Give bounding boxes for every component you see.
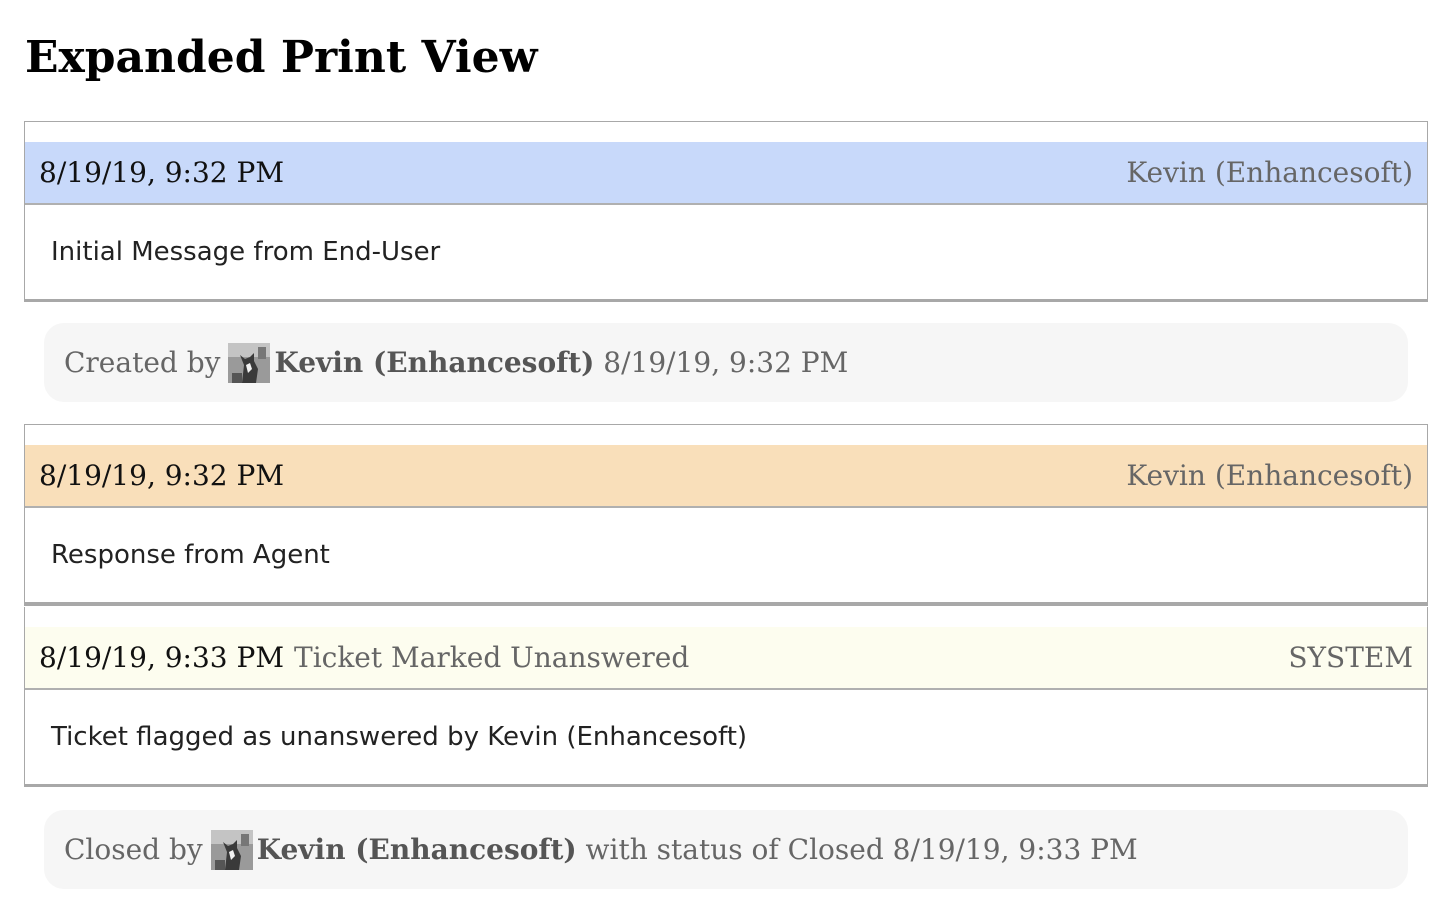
thread-entry-divider xyxy=(25,602,1427,606)
thread-entry-header: 8/19/19, 9:33 PM Ticket Marked Unanswere… xyxy=(25,627,1427,690)
thread-entry-spacer xyxy=(25,607,1427,627)
page-title: Expanded Print View xyxy=(25,32,538,83)
event-user: Kevin (Enhancesoft) xyxy=(274,346,595,379)
thread-entry-date: 8/19/19, 9:32 PM xyxy=(39,156,285,189)
thread-entry-author: Kevin (Enhancesoft) xyxy=(1126,459,1413,492)
event-user: Kevin (Enhancesoft) xyxy=(256,833,577,866)
event-suffix: with status of Closed 8/19/19, 9:33 PM xyxy=(585,833,1138,866)
thread-entry-header: 8/19/19, 9:32 PM Kevin (Enhancesoft) xyxy=(25,142,1427,205)
thread-entry-spacer xyxy=(25,122,1427,142)
thread-entry-response: 8/19/19, 9:32 PM Kevin (Enhancesoft) Res… xyxy=(24,424,1428,606)
thread-entry-body: Initial Message from End-User xyxy=(51,237,441,267)
thread-entry-message: 8/19/19, 9:32 PM Kevin (Enhancesoft) Ini… xyxy=(24,121,1428,302)
event-suffix: 8/19/19, 9:32 PM xyxy=(603,346,849,379)
thread-entry-note: 8/19/19, 9:33 PM Ticket Marked Unanswere… xyxy=(24,607,1428,787)
thread-entry-author: SYSTEM xyxy=(1288,641,1413,674)
thread-event-closed: Closed by Kevin (Enhancesoft) with statu… xyxy=(44,810,1408,889)
thread-entry-date: 8/19/19, 9:33 PM xyxy=(39,641,285,674)
thread-entry-body: Response from Agent xyxy=(51,540,330,570)
thread-event-created: Created by Kevin (Enhancesoft) 8/19/19, … xyxy=(44,323,1408,402)
thread-entry-title: Ticket Marked Unanswered xyxy=(294,641,690,674)
event-prefix: Closed by xyxy=(64,833,203,866)
thread-entry-spacer xyxy=(25,425,1427,445)
thread-entry-body: Ticket flagged as unanswered by Kevin (E… xyxy=(51,722,748,752)
thread-entry-author: Kevin (Enhancesoft) xyxy=(1126,156,1413,189)
thread-entry-header: 8/19/19, 9:32 PM Kevin (Enhancesoft) xyxy=(25,445,1427,508)
user-avatar-icon xyxy=(228,342,271,383)
thread-entry-date: 8/19/19, 9:32 PM xyxy=(39,459,285,492)
user-avatar-icon xyxy=(210,829,253,870)
event-prefix: Created by xyxy=(64,346,221,379)
